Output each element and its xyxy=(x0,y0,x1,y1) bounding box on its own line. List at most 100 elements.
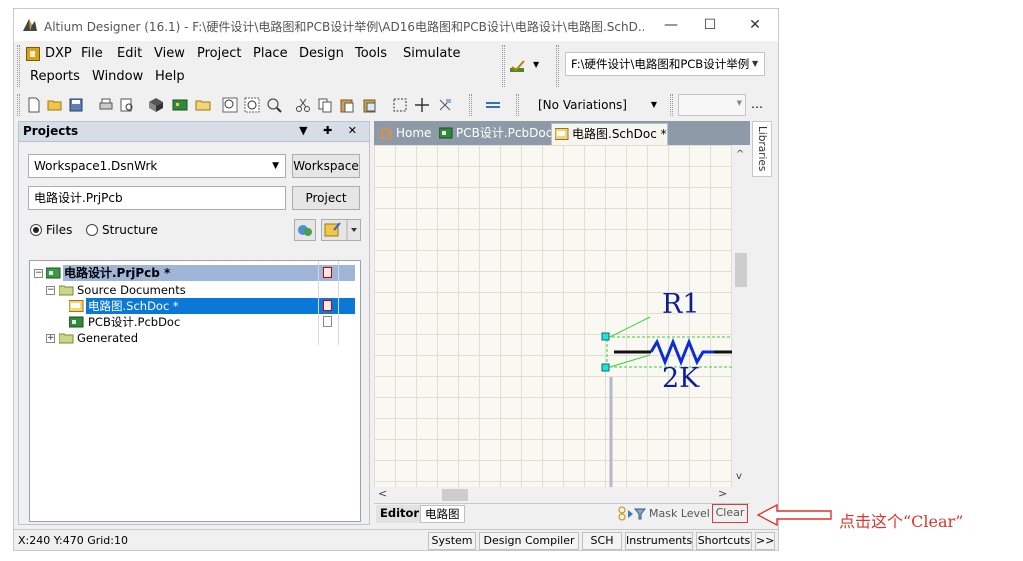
menu-tools[interactable]: Tools xyxy=(355,46,387,61)
cut-icon[interactable] xyxy=(295,97,311,113)
structure-radio[interactable] xyxy=(86,224,98,236)
menu-dxp[interactable]: DXP xyxy=(45,46,72,61)
horizontal-scrollbar[interactable]: < > xyxy=(374,487,732,503)
collapse-icon[interactable]: − xyxy=(34,269,43,278)
empty-combo[interactable]: ▼ xyxy=(678,94,746,116)
scroll-thumb[interactable] xyxy=(735,253,747,287)
chevron-down-icon: ▼ xyxy=(650,100,657,109)
scroll-left-icon[interactable]: < xyxy=(378,487,387,500)
status-design-compiler-button[interactable]: Design Compiler xyxy=(479,532,579,550)
maximize-button[interactable]: ☐ xyxy=(695,15,725,35)
tree-row-pcbdoc[interactable]: PCB设计.PcbDoc xyxy=(30,314,360,330)
selection-handle[interactable] xyxy=(601,363,610,372)
toolbar-grip[interactable] xyxy=(670,94,673,116)
menu-place[interactable]: Place xyxy=(253,46,288,61)
open-folder-icon[interactable] xyxy=(47,97,63,113)
project-tree: − 电路设计.PrjPcb * − Source Documents 电路图.S… xyxy=(29,260,361,522)
paste-icon[interactable] xyxy=(339,97,355,113)
tab-home[interactable]: Home xyxy=(376,123,434,145)
toolbar-grip[interactable] xyxy=(502,45,505,87)
collapse-icon[interactable]: − xyxy=(46,286,55,295)
selection-handle[interactable] xyxy=(601,332,610,341)
tree-row-source-documents[interactable]: − Source Documents xyxy=(30,282,360,298)
scroll-down-icon[interactable]: v xyxy=(736,471,742,482)
mask-level-button[interactable]: Mask Level xyxy=(649,505,710,522)
pcb-icon[interactable] xyxy=(172,97,188,113)
panel-header-buttons[interactable]: ▼ ✚ ✕ xyxy=(299,124,363,137)
scroll-up-icon[interactable]: ^ xyxy=(736,149,744,160)
files-radio[interactable] xyxy=(30,224,42,236)
tab-schdoc[interactable]: 电路图.SchDoc * xyxy=(551,123,668,145)
menu-help[interactable]: Help xyxy=(155,69,185,84)
resistor-value[interactable]: 2K xyxy=(662,363,699,394)
tab-sheet[interactable]: 电路图 xyxy=(420,505,465,523)
print-icon[interactable] xyxy=(98,97,114,113)
resistor-designator[interactable]: R1 xyxy=(662,289,700,320)
status-shortcuts-button[interactable]: Shortcuts xyxy=(696,532,752,550)
tree-row-project[interactable]: − 电路设计.PrjPcb * xyxy=(30,265,360,281)
tab-pcbdoc[interactable]: PCB设计.PcbDoc xyxy=(436,123,552,145)
copy-icon[interactable] xyxy=(317,97,333,113)
status-instruments-button[interactable]: Instruments xyxy=(625,532,693,550)
tree-row-schdoc[interactable]: 电路图.SchDoc * xyxy=(30,298,360,314)
new-document-icon[interactable] xyxy=(26,97,42,113)
scroll-right-icon[interactable]: > xyxy=(718,487,727,500)
toolbar-grip[interactable] xyxy=(469,94,472,116)
toolbar-overflow-icon[interactable]: … xyxy=(751,97,763,111)
menu-edit[interactable]: Edit xyxy=(117,46,142,61)
document-tabs: Home PCB设计.PcbDoc 电路图.SchDoc * xyxy=(374,121,750,145)
pcb-project-icon xyxy=(46,267,61,279)
status-sch-button[interactable]: SCH xyxy=(582,532,622,550)
close-button[interactable]: ✕ xyxy=(740,15,770,35)
menu-design[interactable]: Design xyxy=(299,46,344,61)
tree-row-generated[interactable]: + Generated xyxy=(30,330,360,346)
zoom-in-icon[interactable] xyxy=(222,97,238,113)
deselect-icon[interactable] xyxy=(437,97,453,113)
select-rectangle-icon[interactable] xyxy=(392,97,408,113)
menu-file[interactable]: File xyxy=(81,46,103,61)
filter-icon[interactable] xyxy=(618,506,646,522)
chevron-down-icon[interactable]: ▼ xyxy=(533,60,539,69)
project-button[interactable]: Project xyxy=(292,186,360,210)
toolbar-grip[interactable] xyxy=(556,45,559,87)
vertical-scrollbar[interactable]: ^ v xyxy=(732,145,750,487)
status-more-button[interactable]: >> xyxy=(755,532,775,550)
zoom-fit-icon[interactable] xyxy=(244,97,260,113)
project-options-icon[interactable] xyxy=(321,219,361,241)
menu-reports[interactable]: Reports xyxy=(30,69,80,84)
schematic-canvas[interactable]: R1 2K xyxy=(374,145,732,487)
scroll-thumb[interactable] xyxy=(442,489,468,501)
zoom-select-icon[interactable] xyxy=(266,97,282,113)
3d-view-icon[interactable] xyxy=(148,97,164,113)
menu-project[interactable]: Project xyxy=(197,46,241,61)
workspace-combo[interactable]: Workspace1.DsnWrk ▼ xyxy=(28,154,286,178)
expand-icon[interactable]: + xyxy=(46,334,55,343)
status-system-button[interactable]: System xyxy=(428,532,476,550)
cross-probe-icon[interactable] xyxy=(485,97,501,113)
minimize-button[interactable]: — xyxy=(656,15,686,35)
menu-window[interactable]: Window xyxy=(92,69,143,84)
menu-view[interactable]: View xyxy=(154,46,185,61)
component-wizard-icon[interactable] xyxy=(509,58,527,74)
status-bar: X:240 Y:470 Grid:10 System Design Compil… xyxy=(14,529,778,550)
menu-simulate[interactable]: Simulate xyxy=(403,46,460,61)
toolbar-grip[interactable] xyxy=(17,94,20,116)
print-preview-icon[interactable] xyxy=(119,97,135,113)
variations-combo[interactable]: [No Variations] ▼ xyxy=(533,94,661,116)
clear-button[interactable]: Clear xyxy=(712,504,748,523)
pcb-doc-icon xyxy=(69,316,84,328)
tab-editor[interactable]: Editor xyxy=(376,505,424,523)
folder-icon[interactable] xyxy=(195,97,211,113)
toolbar-grip[interactable] xyxy=(516,94,519,116)
document-path-value: F:\硬件设计\电路图和PCB设计举例 xyxy=(571,57,750,71)
libraries-side-tab[interactable]: Libraries xyxy=(752,121,772,177)
project-field[interactable]: 电路设计.PrjPcb xyxy=(28,186,286,210)
toolbar-grip[interactable] xyxy=(17,45,20,87)
document-path-combo[interactable]: F:\硬件设计\电路图和PCB设计举例 ▼ xyxy=(565,52,765,76)
standard-toolbar: [No Variations] ▼ ▼ … xyxy=(14,91,778,119)
paste-special-icon[interactable] xyxy=(362,97,378,113)
compile-project-icon[interactable] xyxy=(294,219,316,241)
workspace-button[interactable]: Workspace xyxy=(292,154,360,178)
move-icon[interactable] xyxy=(414,97,430,113)
save-icon[interactable] xyxy=(68,97,84,113)
